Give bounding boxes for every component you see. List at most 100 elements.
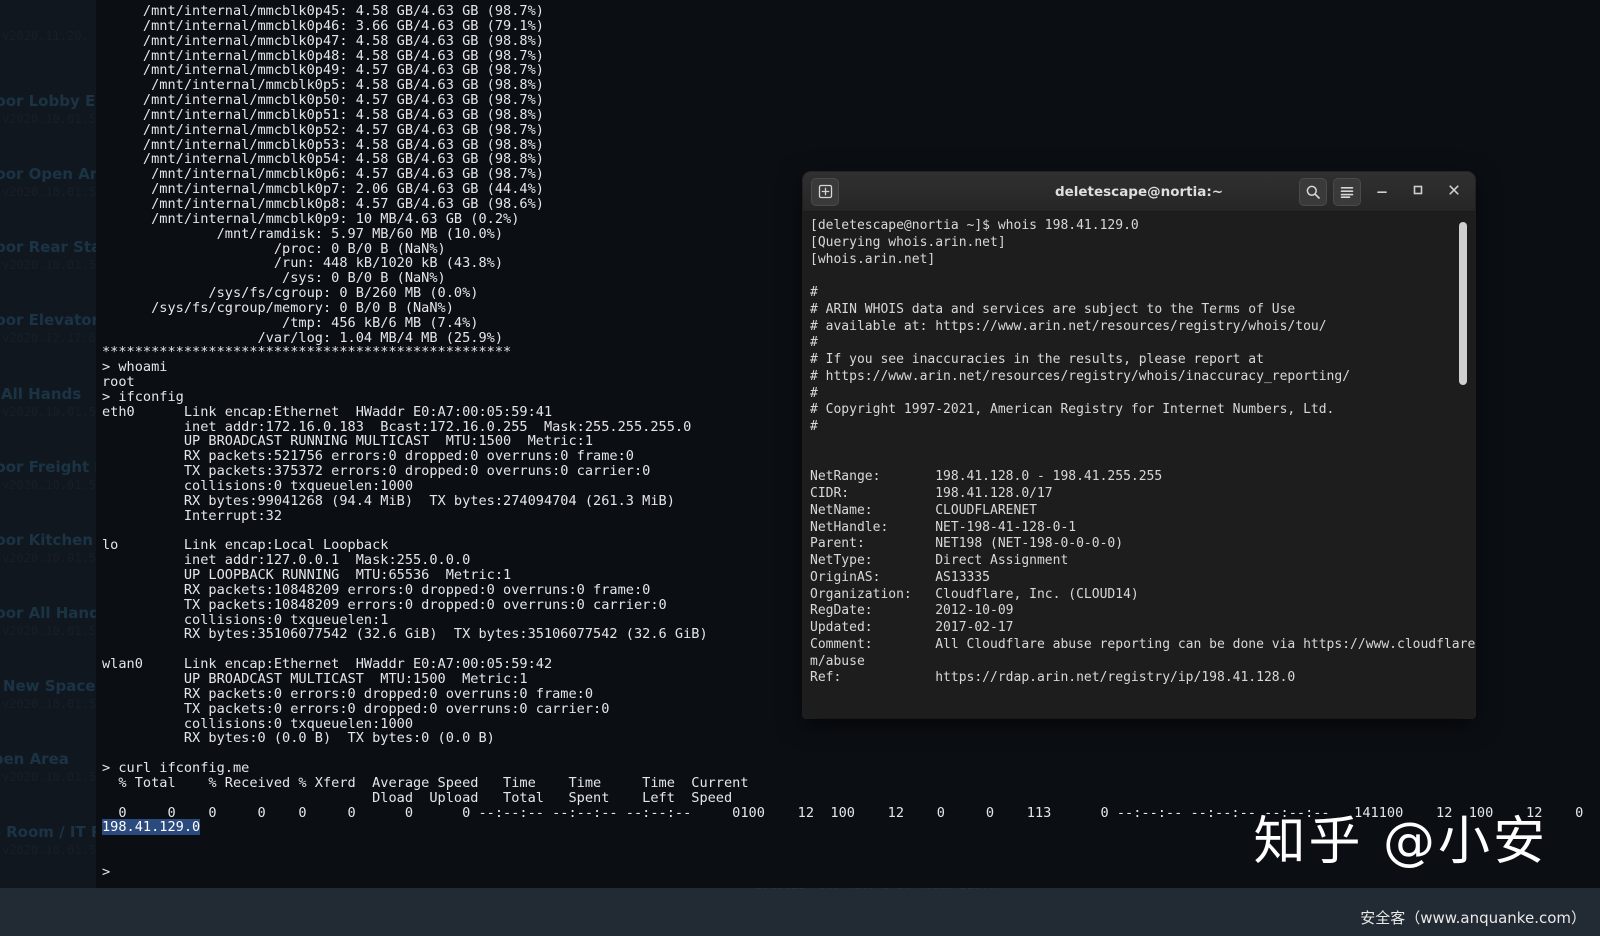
scrollbar-track[interactable] xyxy=(1459,216,1471,718)
whois-line xyxy=(807,436,1475,453)
whois-line: Comment: All Cloudflare abuse reporting … xyxy=(810,636,1475,652)
terminal-line: /mnt/internal/mmcblk0p54: 4.58 GB/4.63 G… xyxy=(102,151,544,168)
minimize-button[interactable] xyxy=(1367,178,1397,206)
whois-output: [deletescape@nortia ~]$ whois 198.41.129… xyxy=(807,218,1475,687)
whois-line: # available at: https://www.arin.net/res… xyxy=(810,318,1327,334)
background-app-sidebar[interactable]: v2020.11.20.Floor Lobby Entrv2020.10.01.… xyxy=(0,0,96,936)
text-cursor xyxy=(110,865,118,878)
background-sidebar-item[interactable]: Open Areav2020.10.01.53 xyxy=(0,731,96,804)
close-button[interactable] xyxy=(1439,178,1469,206)
whois-line: [whois.arin.net] xyxy=(810,251,936,267)
terminal-line: > curl ifconfig.me xyxy=(102,760,250,777)
whois-line: # xyxy=(810,335,818,351)
background-sidebar-item[interactable]: Floor Open Areav2020.10.01.53 xyxy=(0,146,96,219)
outer-terminal-spacer-1 xyxy=(96,835,1600,850)
terminal-line: collisions:0 txqueuelen:1000 xyxy=(102,715,413,732)
search-icon xyxy=(1305,184,1321,200)
whois-line: # xyxy=(810,285,818,300)
whois-line: # Copyright 1997-2021, American Registry… xyxy=(810,402,1335,418)
minimize-icon xyxy=(1375,182,1389,201)
background-sidebar-item-title: Floor Freight Ele xyxy=(0,457,96,476)
outer-terminal-spacer-2 xyxy=(96,850,1600,865)
background-sidebar-item-version: v2020.11.20. xyxy=(2,29,89,44)
whois-line: m/abuse xyxy=(810,653,865,669)
background-sidebar-item[interactable]: Floor Rear Stairv2020.10.01.53 xyxy=(0,219,96,292)
whois-line: # https://www.arin.net/resources/registr… xyxy=(810,368,1351,384)
whois-line: OriginAS: AS13335 xyxy=(810,569,991,585)
search-button[interactable] xyxy=(1299,177,1327,206)
whois-line: [deletescape@nortia ~]$ whois 198.41.129… xyxy=(810,218,1139,233)
background-sidebar-item[interactable]: Floor Kitchenv2020.10.01.53 xyxy=(0,512,96,585)
terminal-line: Dload Upload Total Spent Left Speed xyxy=(102,789,733,806)
new-tab-button[interactable] xyxy=(811,177,839,206)
background-sidebar-item-title: Floor Open Area xyxy=(0,165,96,184)
menu-button[interactable] xyxy=(1333,177,1361,206)
background-sidebar-item-title: or New Space xyxy=(0,676,96,695)
background-sidebar-item-title: Floor Kitchen xyxy=(0,530,93,549)
background-sidebar-item-title: Floor Elevator L xyxy=(0,311,96,330)
whois-line: Ref: https://rdap.arin.net/registry/ip/1… xyxy=(810,670,1296,686)
background-sidebar-item-version: v2020.10.01.53 xyxy=(2,258,96,273)
terminal-line: % Total % Received % Xferd Average Speed… xyxy=(102,774,749,791)
screenshot-root: v2020.11.20.Floor Lobby Entrv2020.10.01.… xyxy=(0,0,1600,936)
background-sidebar-item-version: v2020.10.01.53 xyxy=(2,185,96,200)
background-sidebar-item[interactable]: Floor Elevator Lv2020.12.17.642 xyxy=(0,292,96,365)
background-sidebar-item[interactable]: Floor All Handsv2020.10.01.53 xyxy=(0,585,96,658)
whois-line: NetType: Direct Assignment xyxy=(810,553,1069,568)
background-sidebar-item-title: Floor Rear Stair xyxy=(0,238,96,257)
background-sidebar-item[interactable]: Floor Freight Elev2020.10.01.53 xyxy=(0,439,96,512)
close-icon xyxy=(1447,182,1461,201)
selected-ip-text: 198.41.129.0 xyxy=(102,819,201,836)
terminal-window[interactable]: deletescape@nortia:~ [deletescape@nortia… xyxy=(803,172,1475,718)
terminal-line: /mnt/internal/mmcblk0p50: 4.57 GB/4.63 G… xyxy=(102,92,544,109)
whois-line: # xyxy=(810,385,818,401)
background-sidebar-item[interactable]: IT All Handsv2020.10.01.53 xyxy=(0,365,96,438)
background-sidebar-item-version: v2020.10.01.53 xyxy=(2,769,96,784)
background-sidebar-item[interactable]: ge Room / IT Rov2020.10.01.53 xyxy=(0,804,96,877)
terminal-line: /mnt/internal/mmcblk0p48: 4.58 GB/4.63 G… xyxy=(102,47,544,64)
scrollbar-thumb[interactable] xyxy=(1459,222,1467,385)
whois-line: Updated: 2017-02-17 xyxy=(810,620,1014,635)
whois-line: # ARIN WHOIS data and services are subje… xyxy=(810,301,1296,317)
outer-terminal-prompt: > xyxy=(102,863,111,880)
outer-terminal-prompt-line[interactable]: > xyxy=(96,865,1600,880)
whois-line xyxy=(807,453,1475,470)
terminal-line: /mnt/internal/mmcblk0p45: 4.58 GB/4.63 G… xyxy=(102,3,544,19)
whois-line: Parent: NET198 (NET-198-0-0-0-0) xyxy=(810,536,1124,552)
background-sidebar-item-version: v2020.12.17.642 xyxy=(2,331,96,346)
whois-line: NetRange: 198.41.128.0 - 198.41.255.255 xyxy=(810,469,1163,485)
hamburger-menu-icon xyxy=(1339,184,1355,200)
background-sidebar-item-version: v2020.10.01.53 xyxy=(2,477,96,492)
background-sidebar-item-version: v2020.10.01.53 xyxy=(2,112,96,127)
outer-terminal-selected-line[interactable]: 198.41.129.0 xyxy=(96,819,1600,836)
maximize-button[interactable] xyxy=(1403,178,1433,206)
background-sidebar-item-title: Floor All Hands xyxy=(0,603,96,622)
background-sidebar-item-version: v2020.10.01.53 xyxy=(2,404,96,419)
whois-line: Organization: Cloudflare, Inc. (CLOUD14) xyxy=(810,586,1139,602)
whois-line: CIDR: 198.41.128.0/17 xyxy=(810,486,1053,501)
terminal-line: /mnt/internal/mmcblk0p47: 4.58 GB/4.63 G… xyxy=(102,32,544,49)
whois-line: NetName: CLOUDFLARENET xyxy=(810,502,1037,518)
window-controls xyxy=(1299,177,1469,206)
terminal-line: 0 0 0 0 0 0 0 0 --:--:-- --:--:-- --:--:… xyxy=(102,804,1600,821)
terminal-line: /mnt/internal/mmcblk0p5: 4.58 GB/4.63 GB… xyxy=(102,77,544,94)
whois-line: RegDate: 2012-10-09 xyxy=(810,603,1014,619)
background-sidebar-item[interactable]: v2020.11.20. xyxy=(0,0,96,73)
whois-line: # If you see inaccuracies in the results… xyxy=(810,352,1264,367)
terminal-line: /mnt/internal/mmcblk0p53: 4.58 GB/4.63 G… xyxy=(102,136,544,153)
whois-line: [Querying whois.arin.net] xyxy=(810,234,1006,250)
background-sidebar-item-title: ge Room / IT Ro xyxy=(0,823,96,842)
terminal-line: /mnt/internal/mmcblk0p49: 4.57 GB/4.63 G… xyxy=(102,62,544,79)
background-sidebar-item[interactable]: or New Spacev2020.10.01.53 xyxy=(0,658,96,731)
terminal-output-area[interactable]: [deletescape@nortia ~]$ whois 198.41.129… xyxy=(803,212,1475,718)
whois-line: NetHandle: NET-198-41-128-0-1 xyxy=(810,519,1077,535)
new-tab-icon xyxy=(818,184,833,199)
background-sidebar-item-title: Floor Lobby Entr xyxy=(0,92,96,111)
background-app-bottom-bar xyxy=(0,888,1600,936)
background-sidebar-item[interactable]: Floor Lobby Entrv2020.10.01.53 xyxy=(0,73,96,146)
window-title-bar[interactable]: deletescape@nortia:~ xyxy=(803,172,1475,212)
terminal-line: /mnt/internal/mmcblk0p52: 4.57 GB/4.63 G… xyxy=(102,121,544,138)
background-sidebar-item-version: v2020.10.01.53 xyxy=(2,696,96,711)
background-sidebar-item-version: v2020.10.01.53 xyxy=(2,550,96,565)
